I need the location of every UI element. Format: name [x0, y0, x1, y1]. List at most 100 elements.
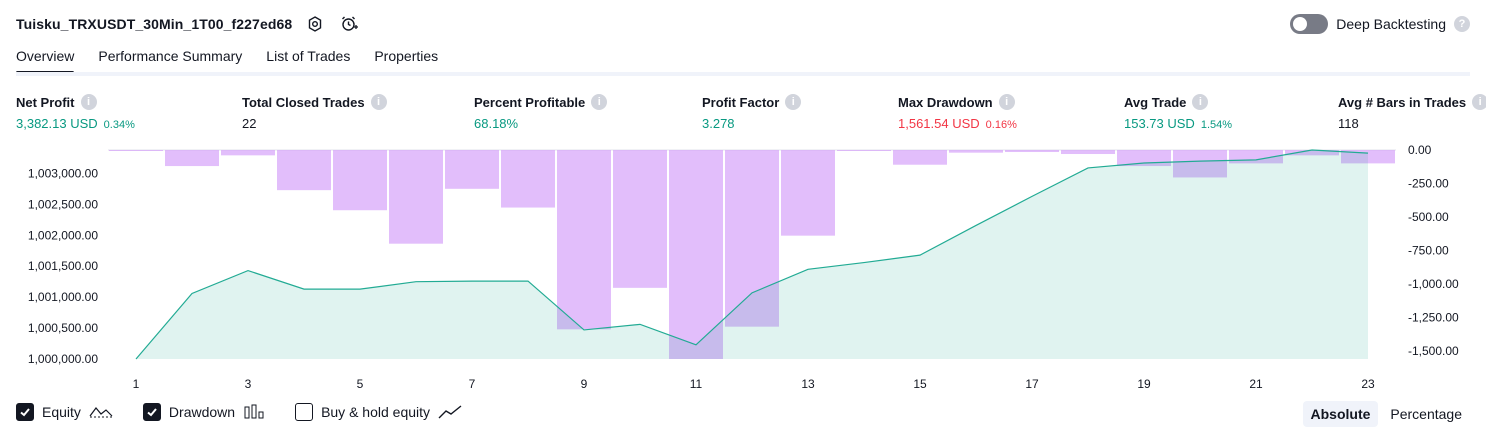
metric-value: 118: [1338, 116, 1486, 131]
report-header: Tuisku_TRXUSDT_30Min_1T00_f227ed68: [16, 12, 360, 36]
metric-max-drawdown: Max Drawdown i 1,561.54 USD 0.16%: [898, 94, 1017, 131]
metric-value-text: 1,561.54 USD: [898, 116, 980, 131]
info-icon[interactable]: i: [80, 94, 97, 110]
help-icon[interactable]: ?: [1454, 16, 1470, 32]
y-left-tick-label: 1,000,000.00: [28, 352, 98, 366]
metric-value-text: 3.278: [702, 116, 735, 131]
x-tick-label: 17: [1025, 377, 1039, 391]
tabs-divider: [16, 72, 1470, 76]
mode-percentage-button[interactable]: Percentage: [1382, 401, 1470, 427]
deep-backtesting: Deep Backtesting ?: [1290, 13, 1470, 35]
metric-label-text: Total Closed Trades: [242, 94, 365, 110]
tab-properties[interactable]: Properties: [374, 48, 438, 74]
metric-percent: 0.16%: [985, 119, 1017, 131]
alarm-clock-plus-icon[interactable]: [338, 13, 360, 35]
metric-percent: 1.54%: [1200, 119, 1233, 131]
report-tabs: Overview Performance Summary List of Trade…: [16, 48, 438, 74]
metric-label: Total Closed Trades i: [242, 94, 387, 110]
y-right-tick-label: -1,250.00: [1408, 310, 1459, 324]
metric-label: Profit Factor i: [702, 94, 802, 110]
legend-label: Drawdown: [168, 404, 236, 420]
metric-percent: 0.34%: [103, 119, 135, 131]
x-tick-label: 7: [469, 377, 476, 391]
info-icon[interactable]: i: [370, 94, 387, 110]
info-icon[interactable]: i: [1472, 94, 1486, 110]
info-icon[interactable]: i: [1192, 94, 1209, 110]
mode-absolute-button[interactable]: Absolute: [1302, 401, 1379, 427]
drawdown-bar: [277, 150, 331, 191]
drawdown-bar: [613, 150, 667, 288]
equity-line-icon: [89, 404, 113, 420]
y-right-tick-label: 0.00: [1408, 143, 1432, 157]
metric-value-text: 3,382.13 USD: [16, 116, 98, 131]
metric-label-text: Percent Profitable: [474, 94, 586, 110]
legend-label: Buy & hold equity: [321, 404, 431, 420]
check-icon: [147, 408, 157, 417]
checkbox[interactable]: [142, 403, 161, 421]
value-mode-switch: Absolute Percentage: [1302, 401, 1471, 427]
deep-backtesting-toggle[interactable]: [1290, 14, 1329, 34]
metrics-row: Net Profit i 3,382.13 USD 0.34% Total Closed…: [16, 94, 1486, 134]
metric-value-text: 22: [242, 116, 257, 131]
trend-line-icon: [438, 404, 462, 420]
metric-avg-bars-in-trades: Avg # Bars in Trades i 118: [1338, 94, 1486, 131]
legend-equity[interactable]: Equity: [16, 403, 113, 421]
metric-net-profit: Net Profit i 3,382.13 USD 0.34%: [16, 94, 135, 131]
metric-avg-trade: Avg Trade i 153.73 USD 1.54%: [1124, 94, 1232, 131]
x-tick-label: 13: [801, 377, 815, 391]
metric-label-text: Net Profit: [16, 94, 75, 110]
deep-backtesting-label: Deep Backtesting: [1336, 16, 1446, 32]
tab-overview[interactable]: Overview: [16, 48, 75, 74]
tab-list-of-trades[interactable]: List of Trades: [266, 48, 350, 74]
metric-label: Max Drawdown i: [898, 94, 1017, 110]
y-left-tick-label: 1,003,000.00: [28, 166, 98, 180]
y-right-tick-label: -1,500.00: [1408, 344, 1459, 358]
x-tick-label: 1: [133, 377, 140, 391]
strategy-title: Tuisku_TRXUSDT_30Min_1T00_f227ed68: [16, 16, 293, 32]
drawdown-bar: [221, 150, 275, 156]
drawdown-bar: [1005, 150, 1059, 153]
y-left-tick-label: 1,000,500.00: [28, 321, 98, 335]
metric-value: 1,561.54 USD 0.16%: [898, 116, 1017, 131]
metric-value: 3,382.13 USD 0.34%: [16, 116, 135, 131]
checkbox[interactable]: [295, 403, 314, 421]
x-tick-label: 21: [1249, 377, 1263, 391]
x-tick-label: 23: [1361, 377, 1375, 391]
drawdown-bar: [165, 150, 219, 167]
y-right-tick-label: -750.00: [1408, 243, 1449, 257]
metric-value: 3.278: [702, 116, 801, 131]
legend-buy-hold-equity[interactable]: Buy & hold equity: [295, 403, 462, 421]
info-icon[interactable]: i: [998, 94, 1015, 110]
checkbox[interactable]: [16, 403, 34, 421]
x-tick-label: 9: [581, 377, 588, 391]
legend-label: Equity: [42, 404, 81, 420]
drawdown-bar: [109, 150, 163, 151]
metric-value-text: 153.73 USD: [1124, 116, 1195, 131]
drawdown-bars-icon: [243, 404, 265, 420]
y-left-tick-label: 1,001,500.00: [28, 259, 98, 273]
metric-label: Net Profit i: [16, 94, 135, 110]
toggle-knob: [1293, 17, 1308, 31]
metric-label-text: Profit Factor: [702, 94, 780, 110]
legend-drawdown[interactable]: Drawdown: [142, 403, 265, 421]
tab-performance-summary[interactable]: Performance Summary: [98, 48, 242, 74]
metric-value-text: 118: [1338, 116, 1359, 131]
gear-icon[interactable]: [304, 13, 326, 35]
metric-total-closed-trades: Total Closed Trades i 22: [242, 94, 387, 131]
y-left-tick-label: 1,002,500.00: [28, 197, 98, 211]
equity-drawdown-chart: 1,003,000.00 1,002,500.00 1,002,000.00 1,00…: [28, 143, 1459, 391]
metric-value: 22: [242, 116, 387, 131]
info-icon[interactable]: i: [591, 94, 608, 110]
metric-value-text: 68.18%: [474, 116, 519, 131]
x-tick-label: 19: [1137, 377, 1151, 391]
metric-label-text: Max Drawdown: [898, 94, 993, 110]
metric-percent-profitable: Percent Profitable i 68.18%: [474, 94, 608, 131]
metric-value: 68.18%: [474, 116, 607, 131]
metric-label: Avg # Bars in Trades i: [1338, 94, 1486, 110]
drawdown-bar: [557, 150, 611, 330]
info-icon[interactable]: i: [785, 94, 802, 110]
metric-label-text: Avg # Bars in Trades: [1338, 94, 1467, 110]
drawdown-bar: [501, 150, 555, 208]
drawdown-bar: [781, 150, 835, 236]
y-right-tick-label: -500.00: [1408, 210, 1449, 224]
